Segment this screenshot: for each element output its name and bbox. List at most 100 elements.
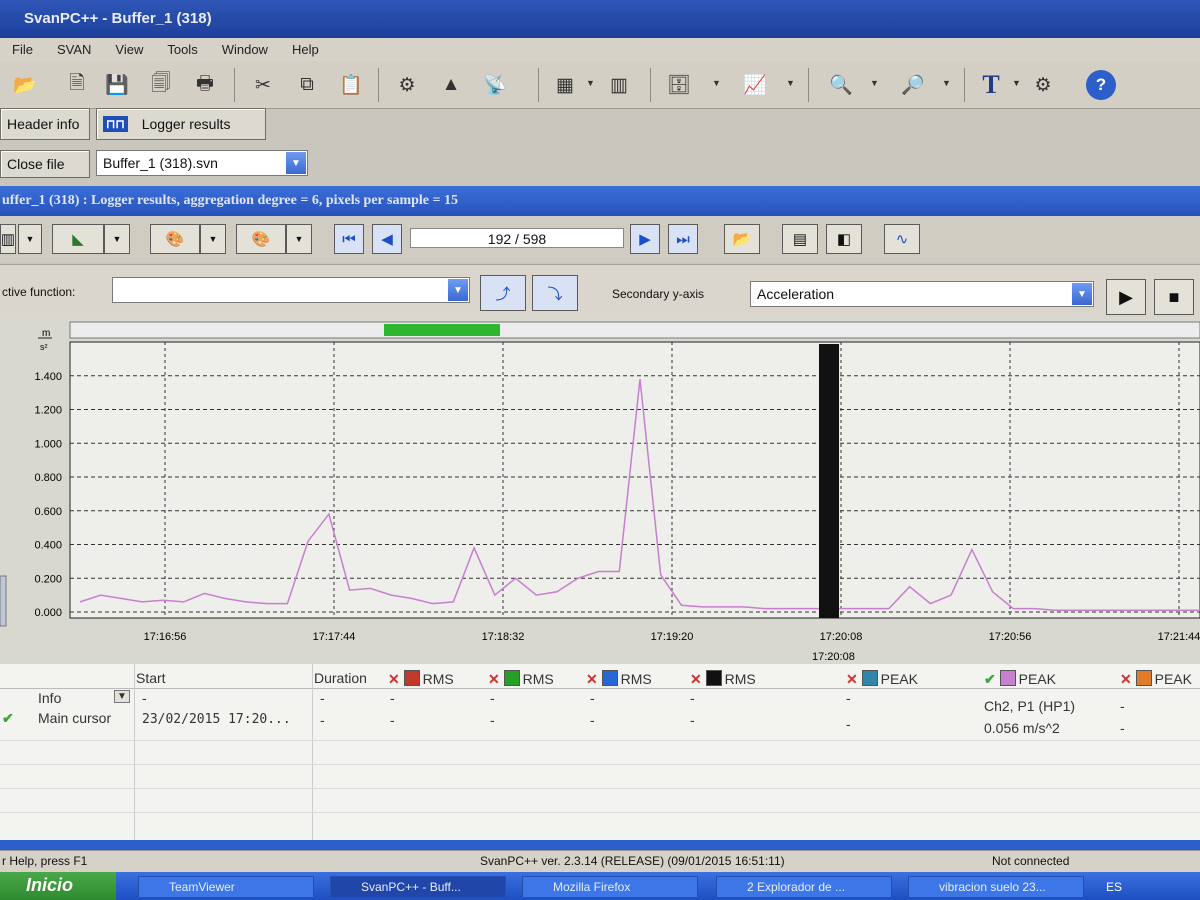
main-cursor[interactable] xyxy=(819,344,839,618)
check-icon[interactable]: ✔ xyxy=(2,710,14,727)
chart-overview-window[interactable] xyxy=(384,324,500,336)
chevron-down-icon[interactable]: ▼ xyxy=(104,224,130,254)
task-vibracion[interactable]: vibracion suelo 23... xyxy=(908,876,1084,898)
close-icon[interactable]: ✕ xyxy=(488,671,504,687)
lin-icon[interactable]: 📈 xyxy=(740,70,770,100)
zoom-in-icon[interactable]: 🔍 xyxy=(826,70,856,100)
chevron-down-icon[interactable]: ▼ xyxy=(18,224,42,254)
export-icon[interactable]: 🗐 xyxy=(146,70,176,100)
cut-icon[interactable]: ✂ xyxy=(248,70,278,100)
chevron-down-icon[interactable]: ▼ xyxy=(870,78,879,88)
result-column-header[interactable]: ✕ RMS xyxy=(586,670,652,688)
menu-help[interactable]: Help xyxy=(280,38,331,57)
cursor-left-icon[interactable]: ⤴ xyxy=(480,275,526,311)
settings-icon[interactable]: ⚙ xyxy=(1028,70,1058,100)
satellite-icon[interactable]: 📡 xyxy=(480,70,510,100)
calculator-icon[interactable]: ▦ xyxy=(550,70,580,100)
view-icon[interactable]: ▥ xyxy=(0,224,16,254)
header-info-button[interactable]: Header info xyxy=(0,108,90,140)
active-function-select[interactable]: ▼ xyxy=(112,277,470,303)
language-indicator[interactable]: ES xyxy=(1106,880,1122,894)
cursor-right-icon[interactable]: ⤵ xyxy=(532,275,578,311)
open-folder-icon[interactable]: 📂 xyxy=(724,224,760,254)
close-icon[interactable]: ✕ xyxy=(586,671,602,687)
task-explorer[interactable]: 2 Explorador de ... xyxy=(716,876,892,898)
task-teamviewer[interactable]: TeamViewer xyxy=(138,876,314,898)
gear-icon[interactable]: ⚙ xyxy=(392,70,422,100)
header-duration[interactable]: Duration xyxy=(314,670,367,686)
next-page-icon[interactable]: ▶ xyxy=(630,224,660,254)
result-column-header[interactable]: ✕ RMS xyxy=(488,670,554,688)
bar-chart-icon[interactable]: ▥ xyxy=(604,70,634,100)
header-divider xyxy=(0,688,1200,689)
area-chart-icon[interactable]: ◣ xyxy=(52,224,104,254)
zoom-out-icon[interactable]: 🔎 xyxy=(898,70,928,100)
task-label: TeamViewer xyxy=(169,880,235,894)
table-view-icon[interactable]: ▤ xyxy=(782,224,818,254)
task-firefox[interactable]: Mozilla Firefox xyxy=(522,876,698,898)
active-function-label: ctive function: xyxy=(2,285,76,299)
copy-icon[interactable]: ⧉ xyxy=(292,70,322,100)
menu-tools[interactable]: Tools xyxy=(155,38,209,57)
close-icon[interactable]: ✕ xyxy=(388,671,404,687)
horizontal-scrollbar[interactable] xyxy=(0,840,1200,850)
chevron-down-icon[interactable]: ▼ xyxy=(448,279,468,301)
menu-view[interactable]: View xyxy=(103,38,155,57)
last-page-icon[interactable]: ⏭ xyxy=(668,224,698,254)
text-icon[interactable]: T xyxy=(976,70,1006,100)
chevron-down-icon[interactable]: ▼ xyxy=(1012,78,1021,88)
chevron-down-icon[interactable]: ▼ xyxy=(200,224,226,254)
play-icon[interactable]: ▶ xyxy=(1106,279,1146,315)
side-scroll-handle[interactable] xyxy=(0,575,7,627)
close-icon[interactable]: ✕ xyxy=(1120,671,1136,687)
chevron-down-icon[interactable]: ▼ xyxy=(942,78,951,88)
stop-icon[interactable]: ■ xyxy=(1154,279,1194,315)
close-icon[interactable]: ✕ xyxy=(846,671,862,687)
window-view-icon[interactable]: ◧ xyxy=(826,224,862,254)
first-page-icon[interactable]: ⏮ xyxy=(334,224,364,254)
color-swatch xyxy=(1135,670,1152,686)
paste-icon[interactable]: 📋 xyxy=(336,70,366,100)
color-palette-icon[interactable]: 🎨 xyxy=(150,224,200,254)
save-icon[interactable]: 💾 xyxy=(102,70,132,100)
header-start[interactable]: Start xyxy=(136,670,166,686)
result-column-header[interactable]: ✕ RMS xyxy=(388,670,454,688)
status-bar: r Help, press F1 SvanPC++ ver. 2.3.14 (R… xyxy=(0,850,1200,873)
menu-file[interactable]: File xyxy=(0,38,45,57)
result-column-header[interactable]: ✕ RMS xyxy=(690,670,756,688)
color-scheme-icon[interactable]: 🎨 xyxy=(236,224,286,254)
task-svanpc[interactable]: SvanPC++ - Buff... xyxy=(330,876,506,898)
chevron-down-icon[interactable]: ▼ xyxy=(114,690,130,703)
chevron-down-icon[interactable]: ▼ xyxy=(286,224,312,254)
results-table: Start Duration ✕ RMS ✕ RMS ✕ RMS ✕ RMS ✕ PEA… xyxy=(0,664,1200,850)
logger-results-button[interactable]: ⊓⊓ Logger results xyxy=(96,108,266,140)
result-column-header[interactable]: ✕ PEAK xyxy=(1120,670,1192,688)
file-select[interactable]: Buffer_1 (318).svn ▼ xyxy=(96,150,308,176)
chevron-down-icon[interactable]: ▼ xyxy=(286,152,306,174)
check-icon[interactable]: ✔ xyxy=(984,671,1000,687)
result-column-header[interactable]: ✕ PEAK xyxy=(846,670,918,688)
previous-page-icon[interactable]: ◀ xyxy=(372,224,402,254)
close-file-label: Close file xyxy=(7,156,65,172)
chevron-down-icon[interactable]: ▼ xyxy=(786,78,795,88)
close-file-button[interactable]: Close file xyxy=(0,150,90,178)
secondary-axis-select[interactable]: Acceleration ▼ xyxy=(750,281,1094,307)
probe-icon[interactable]: ▲ xyxy=(436,70,466,100)
menu-svan[interactable]: SVAN xyxy=(45,38,103,57)
db-icon[interactable]: 🗄 xyxy=(664,70,694,100)
open-folder-icon[interactable]: 📂 xyxy=(10,70,40,100)
logger-chart[interactable]: 0.000 0.200 0.400 0.600 0.800 1.000 1.200 1.400… xyxy=(0,318,1200,664)
chevron-down-icon[interactable]: ▼ xyxy=(712,78,721,88)
print-icon[interactable]: 🖶 xyxy=(190,70,220,100)
help-icon[interactable]: ? xyxy=(1086,70,1116,100)
close-icon[interactable]: ✕ xyxy=(690,671,706,687)
result-column-header[interactable]: ✔ PEAK xyxy=(984,670,1056,688)
chevron-down-icon[interactable]: ▼ xyxy=(586,78,595,88)
chevron-down-icon[interactable]: ▼ xyxy=(1072,283,1092,305)
y-axis: 0.000 0.200 0.400 0.600 0.800 1.000 1.200 1.400 xyxy=(34,371,62,619)
save-as-icon[interactable]: 🗎 xyxy=(62,70,92,100)
result-column-label: PEAK xyxy=(1154,671,1192,687)
start-button[interactable]: Inicio xyxy=(0,872,116,900)
menu-window[interactable]: Window xyxy=(210,38,280,57)
waveform-icon[interactable]: ∿ xyxy=(884,224,920,254)
